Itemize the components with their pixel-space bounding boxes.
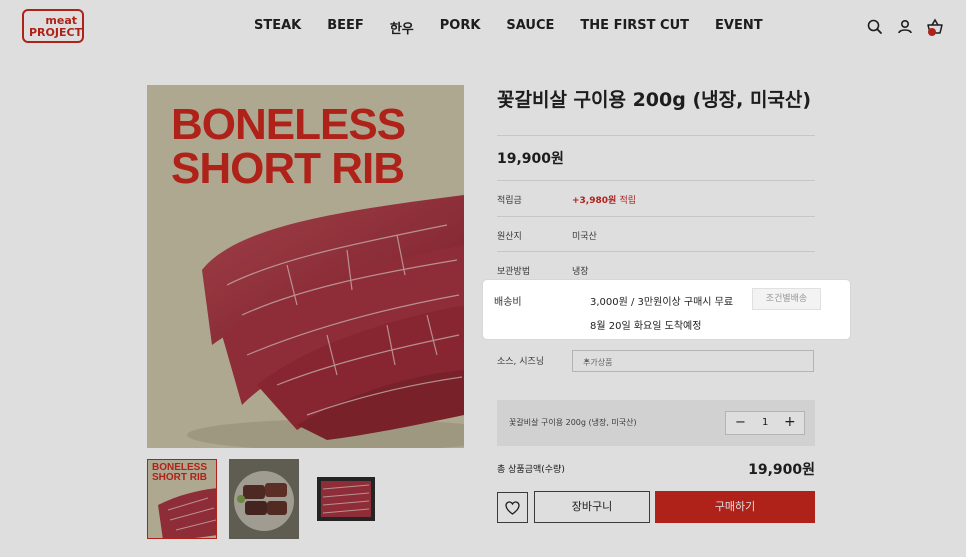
thumbnail-1-meat [158,488,216,538]
nav-item-event[interactable]: EVENT [715,18,763,37]
decrease-quantity-button[interactable]: − [735,415,746,430]
sauce-select[interactable]: 추가상품 ⌄ [572,350,814,372]
search-icon[interactable] [866,18,884,36]
nav-item-the-first-cut[interactable]: THE FIRST CUT [580,18,689,37]
heart-icon [505,501,520,515]
quantity-value[interactable]: 1 [762,417,768,428]
nav-item-sauce[interactable]: SAUCE [506,18,554,37]
buy-now-button[interactable]: 구매하기 [655,491,815,523]
total-label: 총 상품금액(수량) [497,465,565,475]
selected-option-name: 꽃갈비살 구이용 200g (냉장, 미국산) [509,418,637,427]
thumbnail-1[interactable]: BONELESS SHORT RIB [147,459,217,539]
thumbnail-3-package [317,477,375,521]
logo-text-top: meat [45,14,77,27]
chevron-down-icon: ⌄ [583,355,591,365]
wishlist-button[interactable] [497,492,528,523]
nav-item-pork[interactable]: PORK [440,18,481,37]
main-product-image[interactable]: BONELESS SHORT RIB [147,85,464,448]
origin-value: 미국산 [572,232,597,242]
cart-count-badge [928,28,936,36]
divider [497,180,815,181]
meat-illustration [187,195,464,448]
logo-text-bottom: PROJECT [29,26,83,39]
storage-value: 냉장 [572,267,589,277]
nav-item-hanwoo[interactable]: 한우 [390,18,414,37]
delivery-date-text: 8월 20일 화요일 도착예정 [590,321,702,332]
product-title: 꽃갈비살 구이용 200g (냉장, 미국산) [497,89,812,111]
thumbnail-2[interactable] [229,459,299,539]
conditional-shipping-button[interactable]: 조건별배송 [752,288,821,310]
shipping-fee-text: 3,000원 / 3만원이상 구매시 무료 [590,297,734,308]
header-icons [866,18,944,36]
main-nav: STEAK BEEF 한우 PORK SAUCE THE FIRST CUT E… [254,18,789,37]
add-to-cart-button[interactable]: 장바구니 [534,491,650,523]
divider [497,135,815,136]
total-value: 19,900원 [748,462,815,478]
divider [497,216,815,217]
storage-label: 보관방법 [497,267,531,277]
thumbnail-2-plate [234,471,294,531]
selected-option-box: 꽃갈비살 구이용 200g (냉장, 미국산) − 1 + [497,400,815,446]
origin-label: 원산지 [497,232,522,242]
cart-icon[interactable] [926,18,944,36]
shipping-info-popup: 배송비 3,000원 / 3만원이상 구매시 무료 8월 20일 화요일 도착예… [483,280,850,339]
product-price: 19,900원 [497,151,564,167]
points-suffix: 적립 [619,196,636,206]
site-header: meat PROJECT STEAK BEEF 한우 PORK SAUCE TH… [0,0,966,56]
sauce-label: 소스, 시즈닝 [497,357,545,367]
product-page: meat PROJECT STEAK BEEF 한우 PORK SAUCE TH… [0,0,966,557]
points-amount: +3,980원 [572,196,617,206]
points-value: +3,980원 적립 [572,193,636,206]
user-icon[interactable] [896,18,914,36]
points-label: 적립금 [497,196,522,206]
nav-item-beef[interactable]: BEEF [327,18,364,37]
thumbnail-3[interactable] [311,459,381,539]
shipping-label: 배송비 [494,297,522,308]
divider [497,251,815,252]
increase-quantity-button[interactable]: + [784,414,796,430]
site-logo[interactable]: meat PROJECT [22,9,84,43]
nav-item-steak[interactable]: STEAK [254,18,301,37]
quantity-stepper: − 1 + [725,411,805,435]
